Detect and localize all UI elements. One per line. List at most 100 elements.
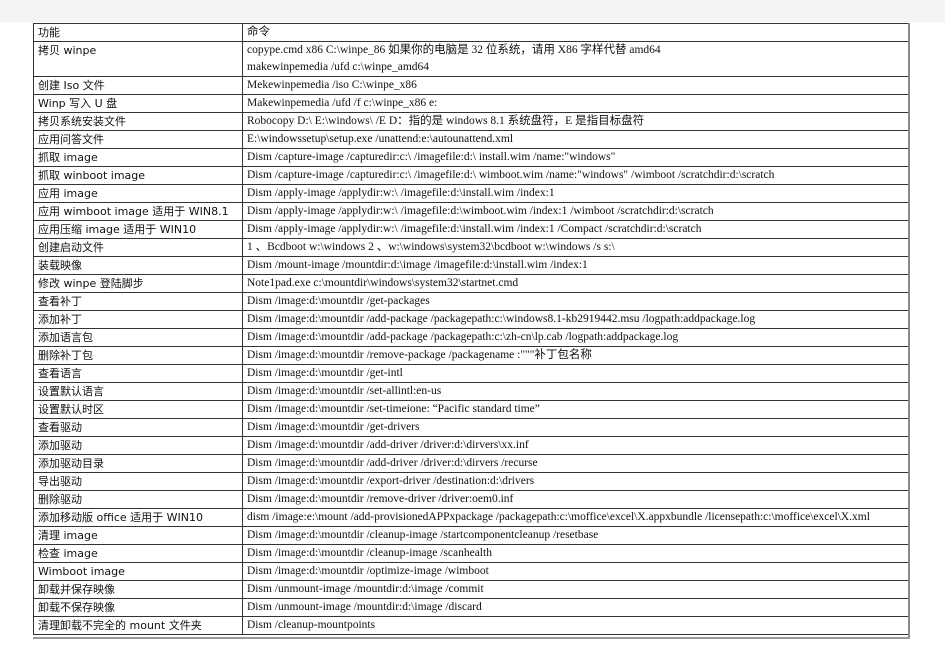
table-row: 抓取 winboot image Dism /capture-image /cap… (33, 166, 909, 185)
function-cell: 抓取 winboot image (33, 166, 243, 185)
command-table: 功能 命令 拷贝 winpe copype.cmd x86 C:\winpe_86… (33, 23, 909, 635)
function-cell: 清理 image (33, 526, 243, 545)
command-line: Dism /image:d:\mountdir /get-intl (247, 367, 403, 379)
table-row: 添加驱动目录 Dism /image:d:\mountdir /add-drive… (33, 454, 909, 473)
command-line: Dism /image:d:\mountdir /cleanup-image /… (247, 529, 599, 541)
command-line: Dism /image:d:\mountdir /add-package /pa… (247, 331, 679, 343)
command-cell: Dism /mount-image /mountdir:d:\image /im… (242, 256, 909, 275)
table-row: 应用压缩 image 适用于 WIN10 Dism /apply-image /a… (33, 220, 909, 239)
table-row: 删除驱动 Dism /image:d:\mountdir /remove-driv… (33, 490, 909, 509)
function-cell: 检查 image (33, 544, 243, 563)
table-row: 抓取 image Dism /capture-image /capturedir:… (33, 148, 909, 167)
table-row: 卸载不保存映像 Dism /unmount-image /mountdir:d:\… (33, 598, 909, 617)
table-row: 清理卸载不完全的 mount 文件夹 Dism /cleanup-mountpoi… (33, 616, 909, 635)
function-cell: 查看驱动 (33, 418, 243, 437)
command-line: Note1pad.exe c:\mountdir\windows\system3… (247, 277, 519, 289)
command-line: Dism /capture-image /capturedir:c:\ /ima… (247, 169, 775, 181)
command-line: Dism /image:d:\mountdir /remove-driver /… (247, 493, 514, 505)
function-cell: 设置默认语言 (33, 382, 243, 401)
table-row: 装载映像 Dism /mount-image /mountdir:d:\image… (33, 256, 909, 275)
function-cell: 应用 wimboot image 适用于 WIN8.1 (33, 202, 243, 221)
command-cell: Dism /image:d:\mountdir /cleanup-image /… (242, 544, 909, 563)
command-line: Dism /mount-image /mountdir:d:\image /im… (247, 259, 588, 271)
command-line: Dism /apply-image /applydir:w:\ /imagefi… (247, 205, 714, 217)
function-cell: 应用 image (33, 184, 243, 203)
command-cell: Robocopy D:\ E:\windows\ /E D：指的是 window… (242, 112, 909, 131)
function-cell: 查看补丁 (33, 292, 243, 311)
function-cell: 导出驱动 (33, 472, 243, 491)
table-row: 拷贝 winpe copype.cmd x86 C:\winpe_86 如果你的电… (33, 41, 909, 77)
command-line: Dism /image:d:\mountdir /get-drivers (247, 421, 420, 433)
command-line: Mekewinpemedia /iso C:\winpe_x86 (247, 79, 417, 91)
function-cell: 修改 winpe 登陆脚步 (33, 274, 243, 293)
command-line: E:\windowssetup\setup.exe /unattend:e:\a… (247, 133, 514, 145)
table-row: 设置默认时区 Dism /image:d:\mountdir /set-timei… (33, 400, 909, 419)
table-row: 添加驱动 Dism /image:d:\mountdir /add-driver … (33, 436, 909, 455)
command-line: dism /image:e:\mount /add-provisionedAPP… (247, 511, 870, 523)
function-cell: 删除补丁包 (33, 346, 243, 365)
command-cell: Dism /apply-image /applydir:w:\ /imagefi… (242, 184, 909, 203)
table-header-row: 功能 命令 (33, 23, 909, 42)
function-cell: 添加驱动 (33, 436, 243, 455)
function-cell: 装载映像 (33, 256, 243, 275)
command-line: Dism /cleanup-mountpoints (247, 619, 376, 631)
table-right-shadow (908, 23, 910, 638)
table-row: 删除补丁包 Dism /image:d:\mountdir /remove-pac… (33, 346, 909, 365)
command-cell: Dism /image:d:\mountdir /add-driver /dri… (242, 454, 909, 473)
table-row: 添加移动版 office 适用于 WIN10 dism /image:e:\mou… (33, 508, 909, 527)
function-cell: 拷贝系统安装文件 (33, 112, 243, 131)
viewer-top-band (0, 0, 945, 22)
function-cell: 设置默认时区 (33, 400, 243, 419)
command-line: Dism /apply-image /applydir:w:\ /imagefi… (247, 223, 702, 235)
function-cell: 清理卸载不完全的 mount 文件夹 (33, 616, 243, 635)
command-line: copype.cmd x86 C:\winpe_86 如果你的电脑是 32 位系… (247, 44, 661, 56)
command-line: Dism /image:d:\mountdir /add-package /pa… (247, 313, 756, 325)
command-cell: dism /image:e:\mount /add-provisionedAPP… (242, 508, 909, 527)
command-line: Dism /unmount-image /mountdir:d:\image /… (247, 583, 484, 595)
table-row: 查看语言 Dism /image:d:\mountdir /get-intl (33, 364, 909, 383)
table-row: 检查 image Dism /image:d:\mountdir /cleanup… (33, 544, 909, 563)
command-cell: Dism /image:d:\mountdir /get-intl (242, 364, 909, 383)
command-line: Dism /image:d:\mountdir /export-driver /… (247, 475, 535, 487)
function-cell: 卸载并保存映像 (33, 580, 243, 599)
command-line: Dism /image:d:\mountdir /add-driver /dri… (247, 439, 529, 451)
function-cell: 添加移动版 office 适用于 WIN10 (33, 508, 243, 527)
table-row: 卸载并保存映像 Dism /unmount-image /mountdir:d:\… (33, 580, 909, 599)
table-row: 添加语言包 Dism /image:d:\mountdir /add-packag… (33, 328, 909, 347)
command-cell: E:\windowssetup\setup.exe /unattend:e:\a… (242, 130, 909, 149)
table-row: 修改 winpe 登陆脚步 Note1pad.exe c:\mountdir\wi… (33, 274, 909, 293)
command-line: Dism /image:d:\mountdir /cleanup-image /… (247, 547, 492, 559)
command-cell: Dism /apply-image /applydir:w:\ /imagefi… (242, 202, 909, 221)
command-line: Dism /image:d:\mountdir /optimize-image … (247, 565, 489, 577)
function-cell: 抓取 image (33, 148, 243, 167)
table-row: 添加补丁 Dism /image:d:\mountdir /add-package… (33, 310, 909, 329)
command-cell: Dism /image:d:\mountdir /add-package /pa… (242, 310, 909, 329)
table-row: 应用问答文件 E:\windowssetup\setup.exe /unatten… (33, 130, 909, 149)
table-row: 查看驱动 Dism /image:d:\mountdir /get-drivers (33, 418, 909, 437)
command-cell: Makewinpemedia /ufd /f c:\winpe_x86 e: (242, 94, 909, 113)
function-cell: 创建 Iso 文件 (33, 76, 243, 95)
function-cell: 应用压缩 image 适用于 WIN10 (33, 220, 243, 239)
command-cell: Dism /capture-image /capturedir:c:\ /ima… (242, 166, 909, 185)
command-cell: Dism /cleanup-mountpoints (242, 616, 909, 635)
command-cell: Note1pad.exe c:\mountdir\windows\system3… (242, 274, 909, 293)
table-row: 清理 image Dism /image:d:\mountdir /cleanup… (33, 526, 909, 545)
table-row: 拷贝系统安装文件 Robocopy D:\ E:\windows\ /E D：指的… (33, 112, 909, 131)
command-cell: Dism /unmount-image /mountdir:d:\image /… (242, 598, 909, 617)
command-cell: Dism /unmount-image /mountdir:d:\image /… (242, 580, 909, 599)
table-row: 设置默认语言 Dism /image:d:\mountdir /set-allin… (33, 382, 909, 401)
command-line: Robocopy D:\ E:\windows\ /E D：指的是 window… (247, 115, 645, 127)
table-row: Winp 写入 U 盘 Makewinpemedia /ufd /f c:\win… (33, 94, 909, 113)
command-cell: 1 、Bcdboot w:\windows 2 、w:\windows\syst… (242, 238, 909, 257)
command-cell: Dism /image:d:\mountdir /cleanup-image /… (242, 526, 909, 545)
command-cell: Mekewinpemedia /iso C:\winpe_x86 (242, 76, 909, 95)
table-row: 创建 Iso 文件 Mekewinpemedia /iso C:\winpe_x8… (33, 76, 909, 95)
command-cell: Dism /image:d:\mountdir /add-package /pa… (242, 328, 909, 347)
command-cell: Dism /capture-image /capturedir:c:\ /ima… (242, 148, 909, 167)
table-row: 导出驱动 Dism /image:d:\mountdir /export-driv… (33, 472, 909, 491)
command-cell: Dism /image:d:\mountdir /set-timeione: “… (242, 400, 909, 419)
command-cell: Dism /image:d:\mountdir /set-allintl:en-… (242, 382, 909, 401)
table-row: 应用 wimboot image 适用于 WIN8.1 Dism /apply-i… (33, 202, 909, 221)
command-cell: Dism /image:d:\mountdir /get-packages (242, 292, 909, 311)
function-cell: 添加补丁 (33, 310, 243, 329)
